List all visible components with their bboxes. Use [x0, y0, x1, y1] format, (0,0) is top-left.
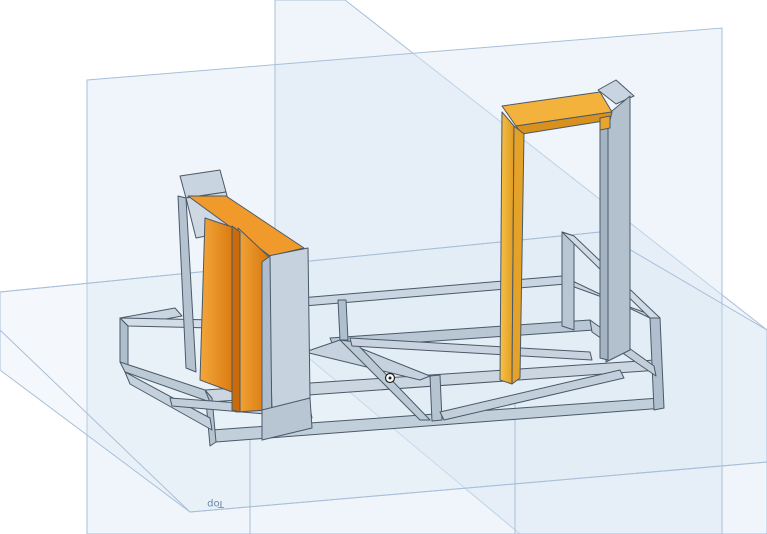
top-plane-label: Top	[207, 498, 225, 509]
cad-viewport[interactable]: Top	[0, 0, 767, 534]
origin-marker-dot	[388, 376, 392, 380]
left-upright-front-plate[interactable]	[267, 247, 311, 413]
3d-scene[interactable]: Top	[0, 0, 767, 534]
yellow-arch-right-post[interactable]	[599, 115, 611, 131]
orange-panel-strip[interactable]	[231, 225, 241, 413]
frame-post-right-back[interactable]	[561, 231, 575, 331]
origin-marker[interactable]	[384, 372, 396, 384]
frame-post-front-mid[interactable]	[429, 374, 443, 422]
frame-post-back-mid[interactable]	[337, 299, 349, 341]
right-arch-back-post-face[interactable]	[599, 115, 609, 361]
right-arch-back-post[interactable]	[605, 95, 631, 363]
orange-panel-face-1[interactable]	[199, 217, 236, 393]
